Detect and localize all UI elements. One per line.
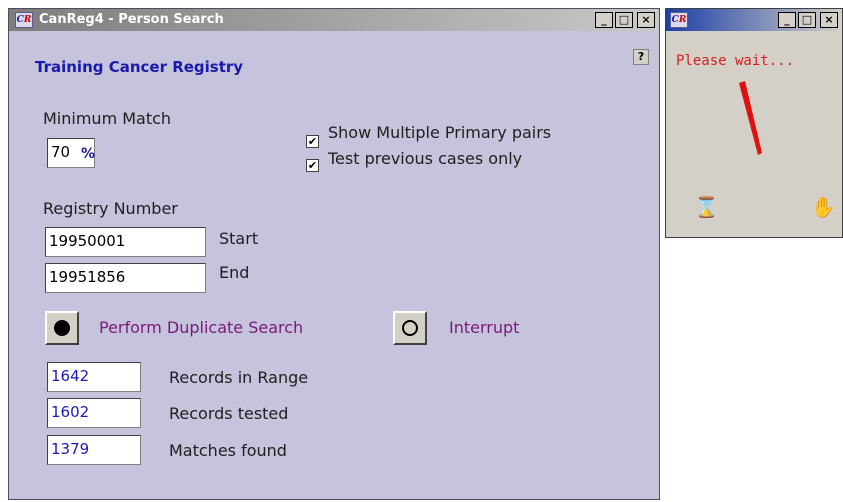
help-icon[interactable]: ? <box>633 49 649 65</box>
title-bar[interactable]: CR CanReg4 - Person Search _ □ × <box>9 9 659 31</box>
maximize-button[interactable]: □ <box>615 12 633 28</box>
minimum-match-label: Minimum Match <box>43 109 172 128</box>
close-button[interactable]: × <box>637 12 655 28</box>
canreg-logo-icon: CR <box>670 12 688 28</box>
filled-circle-icon <box>54 320 70 336</box>
window-title: CanReg4 - Person Search <box>39 12 224 27</box>
multiple-primary-checkbox[interactable]: ✔ <box>306 135 319 148</box>
records-tested-value: 1602 <box>47 398 141 428</box>
multiple-primary-label: Show Multiple Primary pairs <box>328 123 552 142</box>
matches-found-label: Matches found <box>169 441 287 460</box>
wait-close-button[interactable]: × <box>820 12 838 28</box>
canreg-logo-icon: CR <box>15 12 33 28</box>
registry-number-label: Registry Number <box>43 199 178 218</box>
interrupt-label[interactable]: Interrupt <box>449 318 519 337</box>
wait-window-controls: _ □ × <box>778 12 838 28</box>
perform-duplicate-search-button[interactable] <box>45 311 79 345</box>
previous-cases-checkbox[interactable]: ✔ <box>306 159 319 172</box>
registry-end-input[interactable]: 19951856 <box>45 263 206 293</box>
registry-start-label: Start <box>219 229 259 248</box>
records-in-range-label: Records in Range <box>169 368 309 387</box>
hourglass-icon: ⌛ <box>694 195 719 219</box>
hand-icon[interactable]: ✋ <box>811 195 836 219</box>
records-in-range-value: 1642 <box>47 362 141 392</box>
registry-name: Training Cancer Registry <box>35 58 244 76</box>
red-needle-icon <box>739 81 762 155</box>
matches-found-value: 1379 <box>47 435 141 465</box>
interrupt-button[interactable] <box>393 311 427 345</box>
minimize-button[interactable]: _ <box>595 12 613 28</box>
wait-title-bar[interactable]: CR _ □ × <box>666 9 842 31</box>
records-tested-label: Records tested <box>169 404 289 423</box>
please-wait-window: CR _ □ × Please wait... ⌛ ✋ <box>665 8 843 238</box>
previous-cases-label: Test previous cases only <box>328 149 523 168</box>
wait-minimize-button[interactable]: _ <box>778 12 796 28</box>
person-search-window: CR CanReg4 - Person Search _ □ × ? Train… <box>8 8 660 500</box>
registry-end-label: End <box>219 263 250 282</box>
percent-unit: % <box>81 146 96 162</box>
perform-duplicate-search-label[interactable]: Perform Duplicate Search <box>99 318 303 337</box>
please-wait-message: Please wait... <box>676 53 795 69</box>
window-controls: _ □ × <box>595 12 655 28</box>
registry-start-input[interactable]: 19950001 <box>45 227 206 257</box>
hollow-circle-icon <box>402 320 418 336</box>
wait-maximize-button[interactable]: □ <box>798 12 816 28</box>
